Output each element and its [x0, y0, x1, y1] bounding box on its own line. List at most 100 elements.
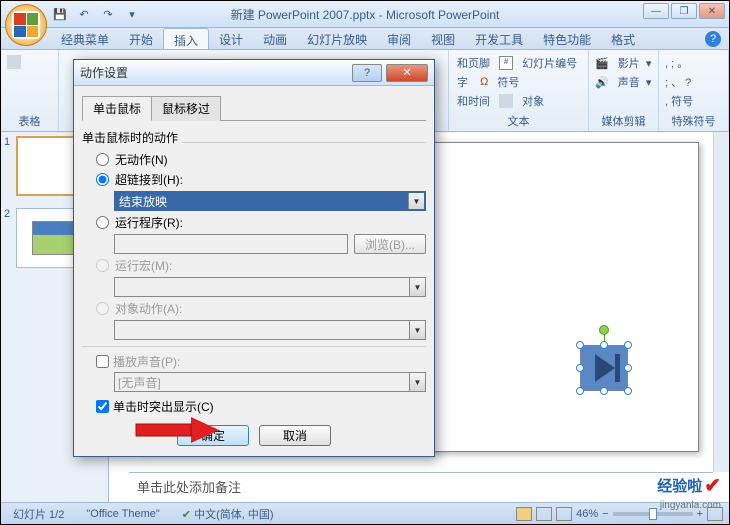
- check-play-sound[interactable]: 播放声音(P):: [96, 353, 426, 370]
- hyperlink-combo[interactable]: 结束放映▼: [114, 191, 426, 211]
- rotation-handle[interactable]: [599, 325, 609, 335]
- save-icon[interactable]: 💾: [51, 5, 69, 23]
- tab-mouse-over[interactable]: 鼠标移过: [151, 96, 221, 121]
- date-time-button[interactable]: 和时间 对象: [455, 92, 584, 110]
- dropdown-icon: ▼: [409, 373, 425, 391]
- radio-no-action[interactable]: 无动作(N): [96, 151, 426, 168]
- vertical-scrollbar[interactable]: [713, 132, 729, 472]
- dialog-body: 单击鼠标 鼠标移过 单击鼠标时的动作 无动作(N) 超链接到(H): 结束放映▼…: [74, 86, 434, 456]
- ribbon-tabs: 经典菜单 开始 插入 设计 动画 幻灯片放映 审阅 视图 开发工具 特色功能 格…: [1, 28, 729, 50]
- symbol-row-2[interactable]: ; 、 ?: [663, 73, 724, 91]
- slide-count[interactable]: 幻灯片 1/2: [7, 505, 70, 523]
- sound-button[interactable]: 🔊 声音 ▾: [593, 73, 654, 91]
- browse-button[interactable]: 浏览(B)...: [354, 234, 426, 254]
- radio-input[interactable]: [96, 153, 109, 166]
- dropdown-icon: ▼: [409, 321, 425, 339]
- radio-run-program[interactable]: 运行程序(R):: [96, 214, 426, 231]
- theme-name[interactable]: "Office Theme": [80, 507, 165, 521]
- view-normal-icon[interactable]: [516, 507, 532, 521]
- zoom-percent[interactable]: 46%: [576, 508, 598, 520]
- tab-mouse-click[interactable]: 单击鼠标: [82, 96, 152, 121]
- resize-handle[interactable]: [624, 387, 632, 395]
- tab-view[interactable]: 视图: [421, 28, 465, 49]
- zoom-out-button[interactable]: −: [602, 508, 608, 520]
- dialog-title: 动作设置: [80, 64, 128, 81]
- group-label-symbols: 特殊符号: [659, 113, 728, 129]
- slide-number: 1: [4, 136, 16, 196]
- tab-developer[interactable]: 开发工具: [465, 28, 533, 49]
- group-label-tables: 表格: [1, 113, 58, 129]
- radio-input[interactable]: [96, 216, 109, 229]
- resize-handle[interactable]: [600, 387, 608, 395]
- window-title: 新建 PowerPoint 2007.pptx - Microsoft Powe…: [231, 6, 500, 23]
- tab-animation[interactable]: 动画: [253, 28, 297, 49]
- redo-icon[interactable]: ↷: [99, 5, 117, 23]
- minimize-button[interactable]: —: [643, 3, 669, 19]
- window-titlebar: 💾 ↶ ↷ ▾ 新建 PowerPoint 2007.pptx - Micros…: [1, 1, 729, 28]
- watermark: 经验啦✔: [657, 473, 721, 498]
- selected-shape[interactable]: [580, 345, 628, 391]
- resize-handle[interactable]: [624, 364, 632, 372]
- window-buttons: — ❐ ✕: [643, 3, 725, 19]
- action-settings-dialog: 动作设置 ? ✕ 单击鼠标 鼠标移过 单击鼠标时的动作 无动作(N) 超链接到(…: [73, 59, 435, 457]
- group-label-text: 文本: [449, 113, 588, 129]
- slide-number-icon: #: [499, 56, 513, 70]
- program-path-input: [114, 234, 348, 254]
- watermark-url: jingyanla.com: [660, 500, 721, 511]
- close-button[interactable]: ✕: [699, 3, 725, 19]
- resize-handle[interactable]: [576, 341, 584, 349]
- table-button[interactable]: [5, 54, 54, 70]
- notes-pane[interactable]: 单击此处添加备注: [129, 472, 713, 502]
- office-button[interactable]: [5, 4, 47, 46]
- symbol-row-3[interactable]: , 符号: [663, 92, 724, 110]
- resize-handle[interactable]: [576, 364, 584, 372]
- tab-format[interactable]: 格式: [601, 28, 645, 49]
- watermark-text: 经验啦: [657, 475, 702, 496]
- tab-home[interactable]: 开始: [119, 28, 163, 49]
- dropdown-icon[interactable]: ▼: [408, 193, 424, 209]
- cancel-button[interactable]: 取消: [259, 425, 331, 446]
- slide-number: 2: [4, 208, 16, 268]
- ribbon-group-symbols: , ; 。 ; 、 ? , 符号 特殊符号: [659, 50, 729, 131]
- group-label-media: 媒体剪辑: [589, 113, 658, 129]
- table-icon: [7, 55, 21, 69]
- help-icon[interactable]: ?: [705, 31, 721, 47]
- ribbon-group-media: 🎬 影片 ▾ 🔊 声音 ▾ 媒体剪辑: [589, 50, 659, 131]
- radio-input[interactable]: [96, 173, 109, 186]
- view-sorter-icon[interactable]: [536, 507, 552, 521]
- tab-design[interactable]: 设计: [209, 28, 253, 49]
- symbol-row-1[interactable]: , ; 。: [663, 54, 724, 72]
- checkbox-input[interactable]: [96, 400, 109, 413]
- tab-review[interactable]: 审阅: [377, 28, 421, 49]
- movie-button[interactable]: 🎬 影片 ▾: [593, 54, 654, 72]
- undo-icon[interactable]: ↶: [75, 5, 93, 23]
- zoom-slider[interactable]: [613, 512, 693, 516]
- language-status[interactable]: ✔ 中文(简体, 中国): [176, 505, 280, 523]
- wordart-button[interactable]: 字 Ω 符号: [455, 73, 584, 91]
- tab-classic-menu[interactable]: 经典菜单: [51, 28, 119, 49]
- tab-insert[interactable]: 插入: [163, 28, 209, 49]
- view-slideshow-icon[interactable]: [556, 507, 572, 521]
- sound-combo: [无声音]▼: [114, 372, 426, 392]
- radio-input: [96, 302, 109, 315]
- tab-slideshow[interactable]: 幻灯片放映: [297, 28, 377, 49]
- office-logo-icon: [12, 11, 40, 39]
- maximize-button[interactable]: ❐: [671, 3, 697, 19]
- header-footer-button[interactable]: 和页脚 # 幻灯片编号: [455, 54, 584, 72]
- dialog-help-button[interactable]: ?: [352, 64, 382, 82]
- object-action-combo: ▼: [114, 320, 426, 340]
- tab-features[interactable]: 特色功能: [533, 28, 601, 49]
- check-highlight[interactable]: 单击时突出显示(C): [96, 398, 426, 415]
- qat-dropdown-icon[interactable]: ▾: [123, 5, 141, 23]
- resize-handle[interactable]: [576, 387, 584, 395]
- check-icon: ✔: [704, 473, 721, 498]
- statusbar: 幻灯片 1/2 "Office Theme" ✔ 中文(简体, 中国) 46% …: [1, 502, 729, 524]
- dialog-titlebar[interactable]: 动作设置 ? ✕: [74, 60, 434, 86]
- radio-hyperlink[interactable]: 超链接到(H):: [96, 171, 426, 188]
- resize-handle[interactable]: [600, 341, 608, 349]
- checkbox-input[interactable]: [96, 355, 109, 368]
- dialog-close-button[interactable]: ✕: [386, 64, 428, 82]
- resize-handle[interactable]: [624, 341, 632, 349]
- object-icon: [499, 94, 513, 108]
- zoom-thumb[interactable]: [649, 508, 657, 520]
